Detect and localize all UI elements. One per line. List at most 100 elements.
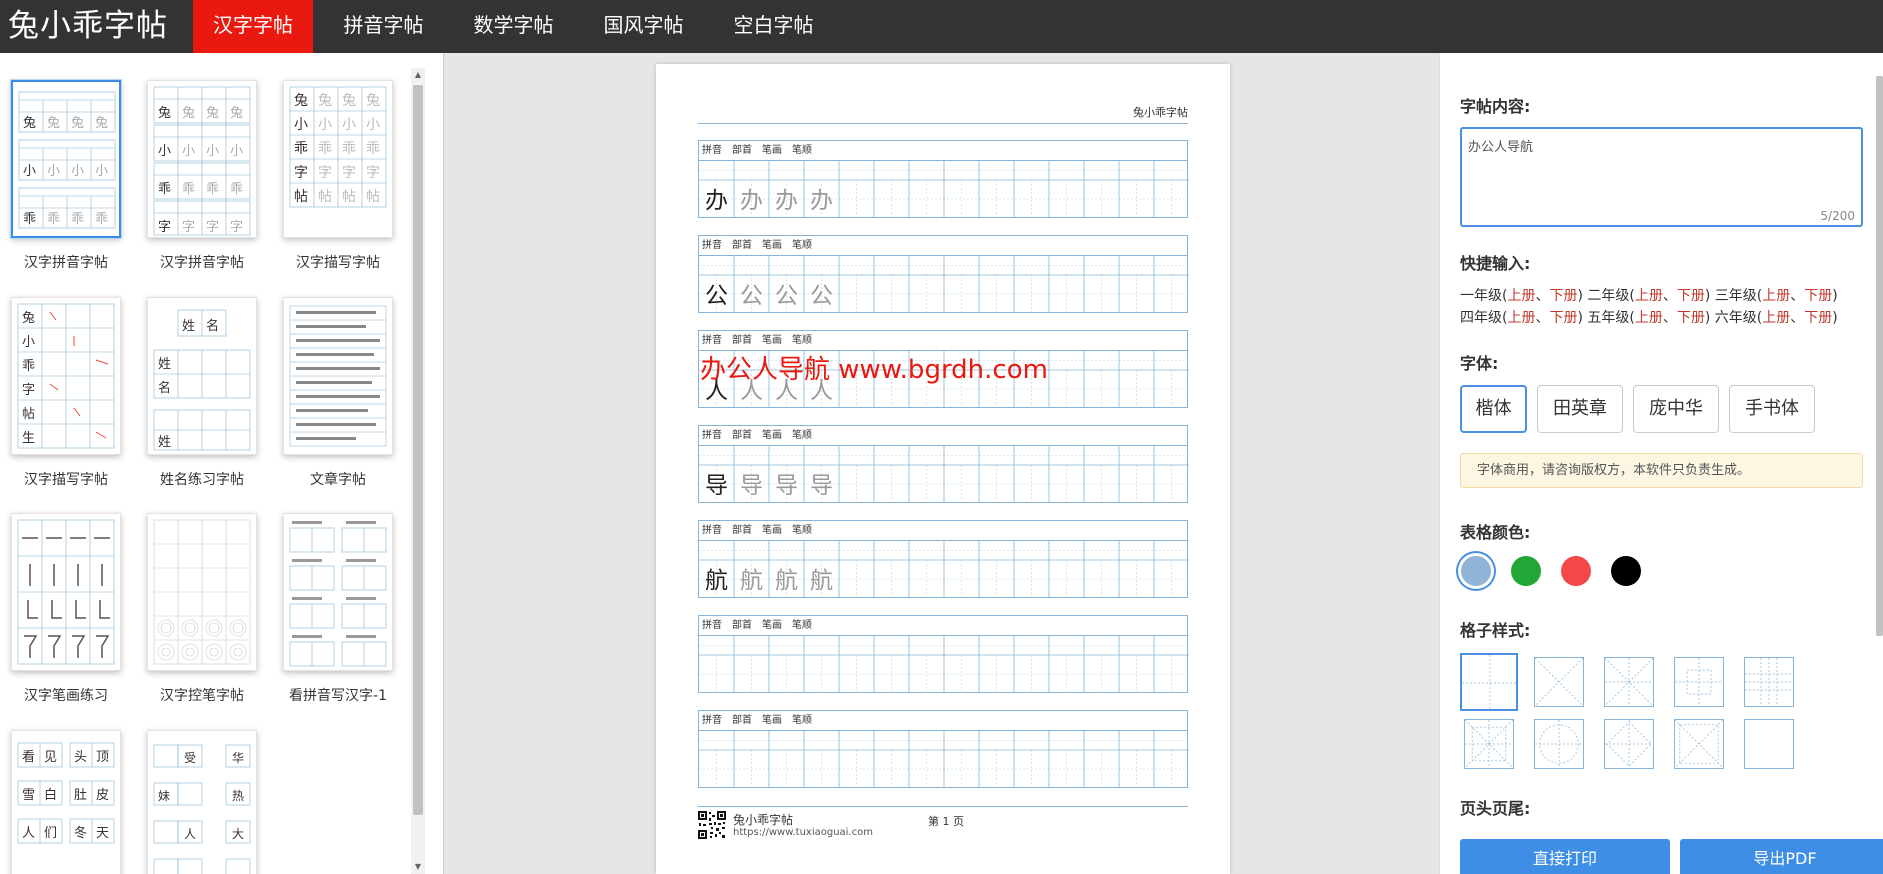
top-navigation-bar: 兔小乖字帖 汉字字帖 拼音字帖 数学字帖 国风字帖 空白字帖 [0, 0, 1883, 53]
scrollbar-thumb[interactable] [413, 85, 423, 815]
template-thumbnail-pen-control [147, 513, 257, 671]
mi-grid-fine-option[interactable] [1604, 657, 1654, 707]
grade-5-down-link[interactable]: 下册 [1677, 310, 1705, 326]
tab-math[interactable]: 数学字帖 [456, 0, 571, 53]
svg-text:兔: 兔 [182, 106, 195, 121]
svg-text:字: 字 [206, 220, 219, 235]
scrollbar-thumb[interactable] [1876, 76, 1883, 636]
template-card[interactable]: 兔小乖字帖 兔兔兔小小小乖乖乖字字字帖帖帖 汉字描写字帖 [279, 80, 397, 272]
svg-text:小: 小 [158, 144, 171, 159]
hui-grid-option[interactable] [1674, 657, 1724, 707]
row-field-label: 部首 [732, 525, 752, 536]
color-black-swatch[interactable] [1611, 556, 1641, 586]
template-thumbnail-trace: 兔小乖字帖 兔兔兔小小小乖乖乖字字字帖帖帖 [283, 80, 393, 238]
template-list-panel: 兔小乖 兔兔兔 小小小 乖乖乖 汉字拼音字帖 兔小乖字 兔兔兔小小小乖乖乖字字字 [0, 53, 443, 874]
blank-grid-option[interactable] [1744, 719, 1794, 769]
grade-4-down-link[interactable]: 下册 [1549, 310, 1577, 326]
template-label: 汉字控笔字帖 [160, 688, 244, 704]
svg-text:人: 人 [22, 826, 35, 841]
grade-6-down-link[interactable]: 下册 [1804, 310, 1832, 326]
grade-6-up-link[interactable]: 上册 [1762, 310, 1790, 326]
mi-grid-option[interactable] [1534, 657, 1584, 707]
svg-text:帖: 帖 [318, 189, 332, 205]
star-grid-option[interactable] [1464, 719, 1514, 769]
grade-1-label: 一年级 [1460, 288, 1502, 304]
grade-2-down-link[interactable]: 下册 [1677, 288, 1705, 304]
font-pangzhonghua-button[interactable]: 庞中华 [1633, 385, 1719, 433]
template-card[interactable]: 看拼音写汉字-1 [279, 513, 397, 705]
grade-3-up-link[interactable]: 上册 [1762, 288, 1790, 304]
tian-grid-option[interactable] [1460, 653, 1518, 711]
svg-text:兔: 兔 [95, 116, 108, 131]
print-button[interactable]: 直接打印 [1460, 839, 1670, 874]
template-card[interactable]: 汉字笔画练习 [7, 513, 125, 705]
tian-grid-row: 航航航航 [699, 541, 1189, 598]
svg-text:兔: 兔 [366, 93, 380, 109]
cross-grid-option[interactable] [1674, 719, 1724, 769]
template-card[interactable]: 兔小乖字 兔兔兔小小小乖乖乖字字字 汉字拼音字帖 [143, 80, 261, 272]
scroll-up-arrow-icon[interactable]: ▲ [411, 68, 425, 82]
practice-row-header: 拼音 部首 笔画 笔顺 [699, 616, 1187, 636]
grade-1-down-link[interactable]: 下册 [1549, 288, 1577, 304]
circle-grid-option[interactable] [1534, 719, 1584, 769]
svg-text:兔: 兔 [71, 116, 84, 131]
row-field-label: 笔画 [762, 335, 782, 346]
svg-text:帖: 帖 [294, 189, 308, 205]
svg-text:乖: 乖 [158, 182, 171, 197]
settings-scrollbar[interactable] [1876, 68, 1883, 874]
font-tianyingzhang-button[interactable]: 田英章 [1537, 385, 1623, 433]
tab-pinyin[interactable]: 拼音字帖 [326, 0, 441, 53]
template-card[interactable]: 文章字帖 [279, 297, 397, 489]
grade-5-up-link[interactable]: 上册 [1635, 310, 1663, 326]
template-card[interactable]: 姓名姓名姓 姓名练习字帖 [143, 297, 261, 489]
svg-text:兔: 兔 [47, 116, 60, 131]
grade-1-up-link[interactable]: 上册 [1507, 288, 1535, 304]
export-pdf-button[interactable]: 导出PDF [1680, 839, 1883, 874]
template-card[interactable]: 汉字控笔字帖 [143, 513, 261, 705]
tab-blank[interactable]: 空白字帖 [716, 0, 831, 53]
row-field-label: 部首 [732, 145, 752, 156]
content-textarea[interactable]: 办公人导航 5/200 [1460, 127, 1863, 227]
svg-text:乖: 乖 [95, 212, 108, 227]
tian-grid-row [699, 731, 1189, 788]
svg-text:兔: 兔 [158, 106, 171, 121]
page-header-text: 兔小乖字帖 [1133, 106, 1188, 119]
template-card[interactable]: 兔小乖 兔兔兔 小小小 乖乖乖 汉字拼音字帖 [7, 80, 125, 272]
template-label: 汉字描写字帖 [296, 255, 380, 271]
template-label: 姓名练习字帖 [160, 472, 244, 488]
svg-text:字: 字 [342, 165, 356, 181]
footer-divider [698, 806, 1188, 807]
template-card[interactable]: 兔小乖字帖生 汉字描写字帖 [7, 297, 125, 489]
tab-hanzi[interactable]: 汉字字帖 [193, 0, 313, 53]
font-kaiti-button[interactable]: 楷体 [1460, 385, 1527, 433]
grade-2-up-link[interactable]: 上册 [1635, 288, 1663, 304]
color-green-swatch[interactable] [1511, 556, 1541, 586]
trace-character: 办 [810, 188, 833, 214]
svg-text:字: 字 [366, 165, 380, 181]
color-red-swatch[interactable] [1561, 556, 1591, 586]
content-textarea-value: 办公人导航 [1468, 140, 1534, 155]
diamond-grid-option[interactable] [1604, 719, 1654, 769]
page-number: 第 1 页 [928, 815, 964, 828]
practice-row-header: 拼音 部首 笔画 笔顺 [699, 521, 1187, 541]
template-thumbnail-strokes [11, 513, 121, 671]
svg-text:皮: 皮 [96, 788, 109, 803]
color-blue-swatch[interactable] [1461, 556, 1491, 586]
grade-4-up-link[interactable]: 上册 [1507, 310, 1535, 326]
tian-grid-row: 公公公公 [699, 256, 1189, 313]
template-card[interactable]: 看见 头顶雪白 肚皮人们 冬天 [7, 730, 125, 874]
jiugong-grid-option[interactable] [1744, 657, 1794, 707]
scroll-down-arrow-icon[interactable]: ▼ [411, 860, 425, 874]
practice-row: 拼音 部首 笔画 笔顺航航航航 [698, 520, 1189, 598]
template-thumbnail-pinyin: 兔小乖 兔兔兔 小小小 乖乖乖 [11, 80, 121, 238]
svg-text:乖: 乖 [23, 212, 36, 227]
preview-area: 兔小乖字帖 拼音 部首 笔画 笔顺办办办办拼音 部首 笔画 笔顺公公公公拼音 部首 笔画 笔顺人人… [443, 53, 1439, 874]
grade-3-down-link[interactable]: 下册 [1804, 288, 1832, 304]
tab-guofeng[interactable]: 国风字帖 [586, 0, 701, 53]
template-list-scrollbar[interactable]: ▲ ▼ [411, 68, 425, 874]
font-shoushuti-button[interactable]: 手书体 [1729, 385, 1815, 433]
svg-text:天: 天 [96, 826, 109, 841]
template-card[interactable]: 受 华妹 热人 大 [143, 730, 261, 874]
quick-input-row-1: 一年级(上册、下册) 二年级(上册、下册) 三年级(上册、下册) [1460, 288, 1838, 304]
watermark-text: 办公人导航 www.bgrdh.com [700, 355, 1048, 385]
